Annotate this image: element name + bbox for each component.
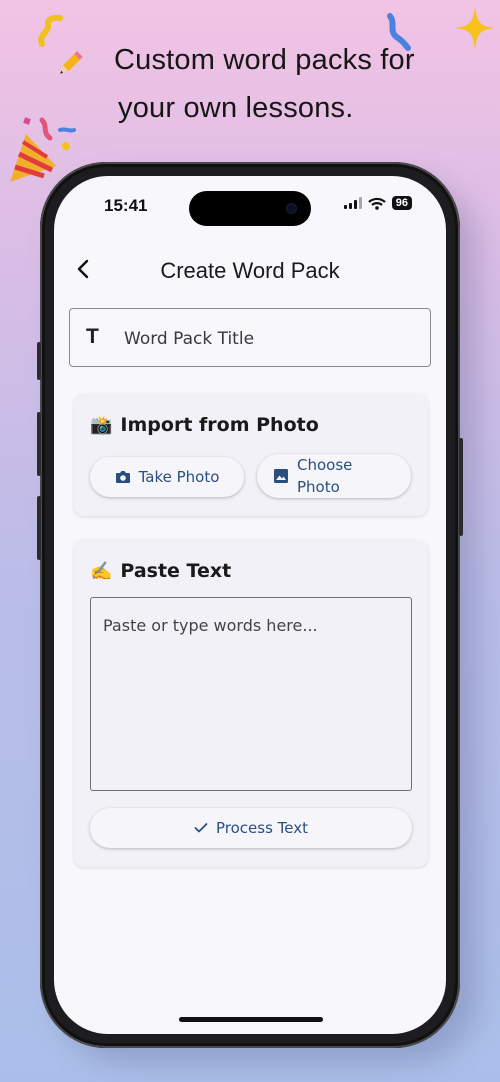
nav-bar: Create Word Pack <box>54 246 446 292</box>
phone-volume-up-button <box>37 412 41 476</box>
process-text-button[interactable]: Process Text <box>90 808 412 848</box>
text-format-icon: T <box>86 325 99 348</box>
writing-hand-emoji-icon: ✍️ <box>90 560 113 582</box>
photo-library-icon <box>274 469 288 483</box>
import-card-heading: 📸 Import from Photo <box>90 414 319 436</box>
cellular-signal-icon <box>343 197 362 209</box>
status-icons: 96 <box>343 196 412 210</box>
confetti-yellow-squiggle-icon <box>38 14 63 47</box>
promo-headline-line-2: your own lessons. <box>118 92 354 124</box>
paste-card-title: Paste Text <box>120 560 232 582</box>
home-indicator <box>179 1017 323 1022</box>
pencil-icon <box>60 51 83 74</box>
camera-icon <box>115 471 130 483</box>
promo-headline-line-1: Custom word packs for <box>114 44 415 76</box>
phone-volume-down-button <box>37 496 41 560</box>
choose-photo-label: Choose Photo <box>297 456 353 496</box>
checkmark-icon <box>194 823 208 833</box>
phone-screen: 15:41 96 Create Word Pack T 📸 Import fro… <box>54 176 446 1034</box>
import-from-photo-card: 📸 Import from Photo Take Photo Choose Ph… <box>74 394 428 516</box>
dynamic-island <box>189 191 311 226</box>
wifi-icon <box>368 197 386 210</box>
take-photo-button[interactable]: Take Photo <box>90 457 244 497</box>
paste-text-card: ✍️ Paste Text Process Text <box>74 540 428 867</box>
paste-text-area[interactable] <box>90 597 412 791</box>
paste-card-heading: ✍️ Paste Text <box>90 560 231 582</box>
battery-indicator: 96 <box>391 196 412 210</box>
process-text-label: Process Text <box>215 819 308 837</box>
take-photo-label: Take Photo <box>138 468 220 486</box>
phone-power-button <box>459 438 463 536</box>
phone-side-button <box>37 342 41 380</box>
word-pack-title-field[interactable]: T <box>69 308 431 368</box>
status-time: 15:41 <box>104 196 148 215</box>
camera-icon <box>286 203 297 214</box>
choose-photo-button[interactable]: Choose Photo <box>257 454 411 498</box>
phone-frame: 15:41 96 Create Word Pack T 📸 Import fro… <box>37 162 463 1048</box>
camera-flash-emoji-icon: 📸 <box>90 414 113 436</box>
import-card-title: Import from Photo <box>120 414 319 436</box>
word-pack-title-input[interactable] <box>122 309 416 368</box>
page-title: Create Word Pack <box>160 258 340 283</box>
